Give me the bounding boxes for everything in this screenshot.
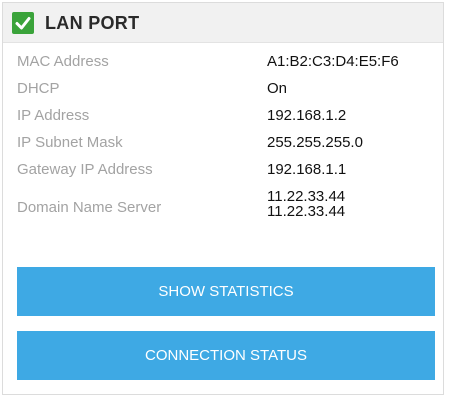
mac-address-label: MAC Address (17, 53, 109, 70)
dhcp-row: DHCP On (3, 80, 443, 104)
lan-port-panel: LAN PORT MAC Address A1:B2:C3:D4:E5:F6 D… (2, 2, 444, 395)
mac-address-value: A1:B2:C3:D4:E5:F6 (267, 53, 399, 70)
gateway-ip-value: 192.168.1.1 (267, 161, 347, 178)
ip-address-row: IP Address 192.168.1.2 (3, 107, 443, 131)
subnet-mask-row: IP Subnet Mask 255.255.255.0 (3, 134, 443, 158)
dns-secondary-value: 11.22.33.44 (267, 203, 346, 220)
show-statistics-button[interactable]: SHOW STATISTICS (17, 267, 435, 316)
subnet-mask-value: 255.255.255.0 (267, 134, 363, 151)
panel-title: LAN PORT (45, 13, 140, 33)
connection-status-button[interactable]: CONNECTION STATUS (17, 331, 435, 380)
dns-row: Domain Name Server 11.22.33.44 11.22.33.… (3, 188, 443, 224)
dhcp-value: On (267, 80, 288, 97)
ip-address-value: 192.168.1.2 (267, 107, 347, 124)
dns-label: Domain Name Server (17, 199, 162, 216)
subnet-mask-label: IP Subnet Mask (17, 134, 123, 151)
dhcp-label: DHCP (17, 80, 60, 97)
ip-address-label: IP Address (17, 107, 90, 124)
gateway-ip-row: Gateway IP Address 192.168.1.1 (3, 161, 443, 185)
mac-address-row: MAC Address A1:B2:C3:D4:E5:F6 (3, 53, 443, 77)
checkmark-icon (12, 12, 34, 34)
gateway-ip-label: Gateway IP Address (17, 161, 153, 178)
panel-header: LAN PORT (3, 3, 443, 43)
